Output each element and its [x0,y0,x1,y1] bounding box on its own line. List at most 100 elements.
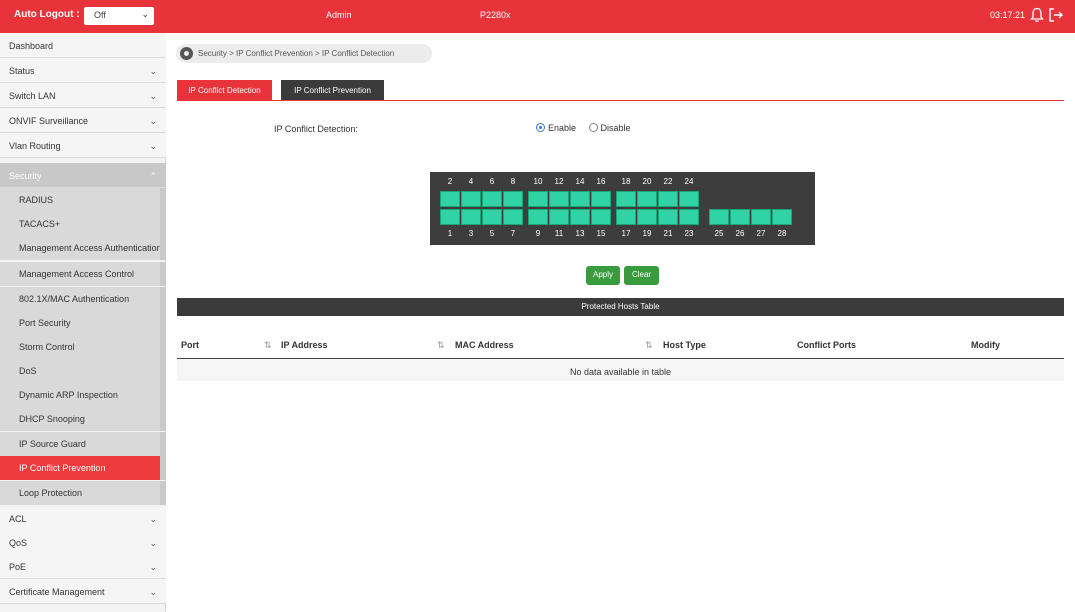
port-22[interactable] [658,191,678,207]
port-2[interactable] [440,191,460,207]
port-17[interactable] [616,209,636,225]
chevron-up-icon: ⌃ [149,171,157,181]
sidebar-item-label: ACL [9,514,27,524]
port-12[interactable] [549,191,569,207]
port-number-label: 4 [468,177,474,186]
port-number-label: 12 [554,177,564,186]
port-27[interactable] [751,209,771,225]
port-1[interactable] [440,209,460,225]
sidebar: Dashboard Status ⌄ Switch LAN ⌄ ONVIF Surv… [0,33,166,612]
sidebar-item-poe[interactable]: PoE ⌄ [0,554,166,579]
clear-button[interactable]: Clear [624,266,659,285]
port-number-label: 24 [684,177,694,186]
port-3[interactable] [461,209,481,225]
port-number-label: 3 [468,229,474,238]
enable-radio[interactable] [536,123,545,132]
home-icon[interactable] [180,47,193,60]
column-header-conflict-ports[interactable]: Conflict Ports [797,340,856,350]
column-header-modify[interactable]: Modify [971,340,1000,350]
port-5[interactable] [482,209,502,225]
port-number-label: 8 [510,177,516,186]
sidebar-subitem-port-security[interactable]: Port Security [0,311,166,335]
column-header-mac-address[interactable]: MAC Address [455,340,514,350]
port-23[interactable] [679,209,699,225]
sidebar-item-certificate-management[interactable]: Certificate Management ⌄ [0,579,166,604]
port-number-label: 26 [735,229,745,238]
port-6[interactable] [482,191,502,207]
chevron-down-icon: ⌄ [149,91,157,101]
port-10[interactable] [528,191,548,207]
sidebar-subitem-management-access-control[interactable]: Management Access Control [0,262,166,286]
sidebar-subitem-dhcp-snooping[interactable]: DHCP Snooping [0,407,166,431]
sidebar-item-dashboard[interactable]: Dashboard [0,33,166,58]
sidebar-subitem-storm-control[interactable]: Storm Control [0,335,166,359]
column-header-host-type[interactable]: Host Type [663,340,706,350]
auto-logout-select[interactable]: Off ⌄ [84,7,154,25]
sidebar-subitem-tacacs[interactable]: TACACS+ [0,212,166,236]
apply-button[interactable]: Apply [586,266,620,285]
tab-ip-conflict-prevention[interactable]: IP Conflict Prevention [281,80,384,101]
port-16[interactable] [591,191,611,207]
chevron-down-icon: ⌄ [149,514,157,524]
sort-icon[interactable]: ⇅ [437,340,445,351]
user-name: Admin [326,10,352,20]
sidebar-subitem-dynamic-arp-inspection[interactable]: Dynamic ARP Inspection [0,383,166,407]
auto-logout-label: Auto Logout : [14,9,80,20]
port-number-label: 27 [756,229,766,238]
sidebar-item-qos[interactable]: QoS ⌄ [0,530,166,555]
disable-option[interactable]: Disable [588,123,631,133]
sidebar-subitem-loop-protection[interactable]: Loop Protection [0,481,166,505]
sidebar-item-label: Security [9,171,42,181]
port-15[interactable] [591,209,611,225]
port-number-label: 6 [489,177,495,186]
top-bar: Auto Logout : Off ⌄ Admin P2280x 03:17:2… [0,0,1075,33]
port-14[interactable] [570,191,590,207]
port-25[interactable] [709,209,729,225]
sidebar-item-security[interactable]: Security ⌃ [0,163,166,188]
port-21[interactable] [658,209,678,225]
sidebar-item-vlan-routing[interactable]: Vlan Routing ⌄ [0,133,166,158]
sidebar-item-acl[interactable]: ACL ⌄ [0,506,166,531]
device-model: P2280x [480,10,511,20]
sort-icon[interactable]: ⇅ [645,340,653,351]
port-20[interactable] [637,191,657,207]
column-header-ip-address[interactable]: IP Address [281,340,328,350]
sidebar-subitem-dos[interactable]: DoS [0,359,166,383]
port-number-label: 22 [663,177,673,186]
port-28[interactable] [772,209,792,225]
port-13[interactable] [570,209,590,225]
sidebar-subitem-ip-source-guard[interactable]: IP Source Guard [0,432,166,456]
port-number-label: 16 [596,177,606,186]
sidebar-item-label: Dashboard [9,41,54,51]
enable-option[interactable]: Enable [536,123,576,133]
port-7[interactable] [503,209,523,225]
port-24[interactable] [679,191,699,207]
port-26[interactable] [730,209,750,225]
sidebar-subitem-ip-conflict-prevention[interactable]: IP Conflict Prevention [0,456,166,480]
ip-conflict-detection-radio-group: Enable Disable [536,123,641,133]
logout-icon[interactable] [1048,7,1064,23]
chevron-down-icon: ⌄ [149,66,157,76]
port-number-label: 10 [533,177,543,186]
clock: 03:17:21 [990,10,1026,20]
chevron-down-icon: ⌄ [149,562,157,572]
port-4[interactable] [461,191,481,207]
port-8[interactable] [503,191,523,207]
sidebar-item-onvif-surveillance[interactable]: ONVIF Surveillance ⌄ [0,108,166,133]
port-9[interactable] [528,209,548,225]
disable-radio[interactable] [588,123,598,132]
port-number-label: 7 [510,229,516,238]
sort-icon[interactable]: ⇅ [264,340,272,351]
sidebar-item-status[interactable]: Status ⌄ [0,58,166,83]
sidebar-item-switch-lan[interactable]: Switch LAN ⌄ [0,83,166,108]
sidebar-subitem-radius[interactable]: RADIUS [0,188,166,212]
port-19[interactable] [637,209,657,225]
bell-icon[interactable] [1030,7,1044,23]
sidebar-item-label: PoE [9,562,27,572]
port-18[interactable] [616,191,636,207]
port-11[interactable] [549,209,569,225]
column-header-port[interactable]: Port [181,340,199,350]
tab-ip-conflict-detection[interactable]: IP Conflict Detection [177,80,272,101]
sidebar-subitem-management-access-authentication[interactable]: Management Access Authentication [0,236,166,260]
sidebar-subitem-8021x-mac-authentication[interactable]: 802.1X/MAC Authentication [0,287,166,311]
